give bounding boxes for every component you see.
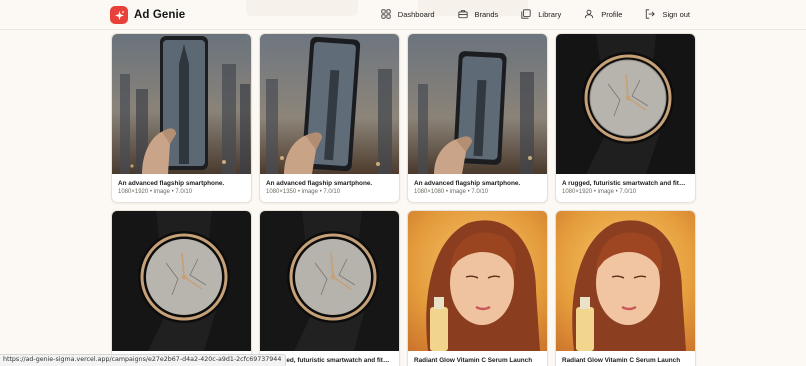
thumbnail-image xyxy=(408,211,547,351)
nav-dashboard[interactable]: Dashboard xyxy=(381,9,435,19)
app-name: Ad Genie xyxy=(134,9,186,21)
thumbnail-image xyxy=(408,34,547,174)
user-icon xyxy=(585,9,594,19)
card-caption: A rugged, futuristic smartwatch and fitn… xyxy=(562,180,689,187)
card-meta: 1080×1080 • image • 7.0/10 xyxy=(414,189,489,195)
nav-label: Sign out xyxy=(662,9,690,19)
library-icon xyxy=(521,9,531,19)
nav-label: Brands xyxy=(474,9,499,19)
briefcase-icon xyxy=(457,10,468,19)
thumbnail-image xyxy=(112,211,251,351)
card-meta: 1080×1920 • image • 7.0/10 xyxy=(118,189,193,195)
sparkle-logo-icon xyxy=(110,6,128,24)
main-nav: Dashboard Brands Library Profile Sign ou… xyxy=(381,9,690,19)
card-caption: An advanced flagship smartphone. xyxy=(266,180,373,187)
thumbnail-image xyxy=(260,34,399,174)
asset-card[interactable]: An advanced flagship smartphone. 1080×10… xyxy=(407,33,548,203)
thumbnail-image xyxy=(112,34,251,174)
faded-bar xyxy=(246,0,358,16)
app-logo[interactable]: Ad Genie xyxy=(110,6,185,24)
asset-card[interactable]: Radiant Glow Vitamin C Serum Launch xyxy=(555,210,696,366)
thumbnail-image xyxy=(260,211,399,351)
card-meta: 1080×1920 • image • 7.0/10 xyxy=(562,189,637,195)
card-caption: Radiant Glow Vitamin C Serum Launch xyxy=(562,357,681,364)
nav-sign-out[interactable]: Sign out xyxy=(645,9,690,19)
thumbnail-image xyxy=(556,34,695,174)
asset-card[interactable]: Radiant Glow Vitamin C Serum Launch xyxy=(407,210,548,366)
asset-card[interactable]: An advanced flagship smartphone. 1080×19… xyxy=(111,33,252,203)
card-caption: An advanced flagship smartphone. xyxy=(414,180,521,187)
asset-card[interactable]: A rugged, futuristic smartwatch and fitn… xyxy=(259,210,400,366)
nav-library[interactable]: Library xyxy=(521,9,561,19)
nav-brands[interactable]: Brands xyxy=(457,9,499,19)
nav-label: Profile xyxy=(601,9,623,19)
nav-profile[interactable]: Profile xyxy=(584,9,622,19)
asset-card[interactable] xyxy=(111,210,252,366)
nav-label: Library xyxy=(538,9,562,19)
thumbnail-image xyxy=(556,211,695,351)
sign-out-icon xyxy=(646,9,656,19)
top-header: Ad Genie Dashboard Brands Library Profil… xyxy=(0,0,806,30)
asset-card[interactable]: An advanced flagship smartphone. 1080×13… xyxy=(259,33,400,203)
nav-label: Dashboard xyxy=(397,9,435,19)
link-preview-status: https://ad-genie-sigma.vercel.app/campai… xyxy=(0,354,287,366)
asset-card[interactable]: A rugged, futuristic smartwatch and fitn… xyxy=(555,33,696,203)
card-caption: Radiant Glow Vitamin C Serum Launch xyxy=(414,357,533,364)
card-meta: 1080×1350 • image • 7.0/10 xyxy=(266,189,341,195)
grid-icon xyxy=(381,9,391,19)
card-caption: An advanced flagship smartphone. xyxy=(118,180,225,187)
